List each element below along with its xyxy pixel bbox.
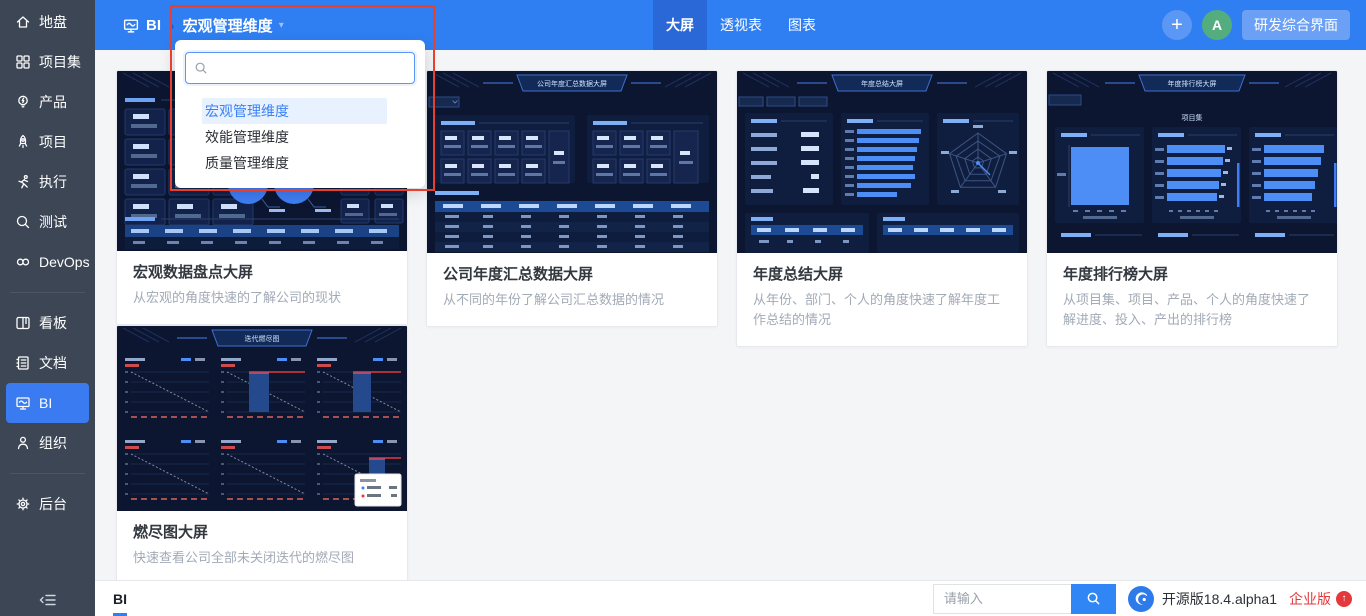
footer-search-input[interactable] — [932, 583, 1071, 614]
create-button[interactable]: + — [1162, 10, 1192, 40]
program-icon — [15, 54, 31, 70]
chevron-down-icon: ▾ — [278, 19, 284, 31]
dimension-dropdown-panel: 宏观管理维度 效能管理维度 质量管理维度 — [175, 40, 425, 188]
sidebar-collapse-button[interactable] — [0, 592, 95, 608]
dimension-search-input[interactable] — [208, 60, 414, 76]
svg-text:迭代燃尽图: 迭代燃尽图 — [245, 334, 280, 343]
sidebar-item-kanban[interactable]: 看板 — [0, 303, 95, 343]
card-title: 宏观数据盘点大屏 — [133, 264, 254, 281]
search-icon — [194, 61, 208, 75]
footer-tab-bi[interactable]: BI — [113, 581, 127, 616]
footer-search — [932, 583, 1116, 614]
svg-text:年度总结大屏: 年度总结大屏 — [861, 79, 903, 88]
topbar-tabs: 大屏 透视表 图表 — [653, 0, 829, 50]
sidebar: 地盘 项目集 产品 项目 执行 测试 DevOps 看板 文档 BI 组织 后台 — [0, 0, 95, 616]
card-annual-ranking[interactable]: 年度排行榜大屏 项目集 年度排行榜大屏 从项目集、项目、产品、个人的角度快速了解… — [1046, 70, 1338, 348]
kanban-icon — [15, 315, 31, 331]
test-icon — [15, 214, 31, 230]
sidebar-item-dashboard[interactable]: 地盘 — [0, 2, 95, 42]
dropdown-option-quality[interactable]: 质量管理维度 — [202, 150, 387, 176]
search-icon — [1086, 591, 1101, 606]
sidebar-divider — [10, 473, 85, 474]
topbar-actions: + A 研发综合界面 — [1162, 0, 1350, 50]
card-thumbnail: 公司年度汇总数据大屏 — [427, 71, 717, 253]
version-info: 开源版18.4.alpha1 — [1127, 585, 1277, 612]
project-icon — [15, 134, 31, 150]
tab-bigscreen[interactable]: 大屏 — [653, 0, 707, 50]
sidebar-item-test[interactable]: 测试 — [0, 202, 95, 242]
breadcrumb-app-bi[interactable]: BI — [122, 17, 161, 34]
gear-icon — [15, 496, 31, 512]
footer-search-button[interactable] — [1070, 583, 1116, 614]
card-description: 从项目集、项目、产品、个人的角度快速了解进度、投入、产出的排行榜 — [1063, 292, 1311, 328]
sidebar-item-admin[interactable]: 后台 — [0, 484, 95, 524]
card-title: 燃尽图大屏 — [133, 524, 209, 541]
svg-text:年度排行榜大屏: 年度排行榜大屏 — [1168, 79, 1217, 88]
sidebar-item-execution[interactable]: 执行 — [0, 162, 95, 202]
card-description: 从不同的年份了解公司汇总数据的情况 — [443, 292, 665, 307]
dimension-dropdown-trigger[interactable]: 宏观管理维度 ▾ — [183, 15, 284, 36]
card-title: 年度总结大屏 — [753, 266, 844, 283]
sidebar-item-bi[interactable]: BI — [6, 383, 89, 423]
org-icon — [15, 435, 31, 451]
enterprise-edition-link[interactable]: 企业版 ↑ — [1289, 589, 1352, 609]
sidebar-item-product[interactable]: 产品 — [0, 82, 95, 122]
plus-icon: + — [1171, 14, 1183, 36]
devops-icon — [15, 254, 31, 270]
card-description: 快速查看公司全部未关闭迭代的燃尽图 — [133, 550, 355, 565]
card-description: 从宏观的角度快速的了解公司的现状 — [133, 290, 342, 305]
card-thumbnail: 年度排行榜大屏 项目集 — [1047, 71, 1337, 253]
card-annual-review[interactable]: 年度总结大屏 年度总结大屏 从年份、部门、个人的角度快速了解年度工作总结的情况 — [736, 70, 1028, 348]
upgrade-icon: ↑ — [1336, 590, 1352, 607]
footer: BI 开源版18.4.alpha1 企业版 ↑ — [95, 580, 1366, 616]
svg-text:公司年度汇总数据大屏: 公司年度汇总数据大屏 — [537, 79, 607, 88]
card-description: 从年份、部门、个人的角度快速了解年度工作总结的情况 — [753, 292, 1001, 328]
card-title: 公司年度汇总数据大屏 — [443, 266, 594, 283]
breadcrumb-separator-icon: › — [169, 15, 175, 35]
zentao-logo — [1127, 585, 1154, 612]
sidebar-item-project[interactable]: 项目 — [0, 122, 95, 162]
sidebar-item-doc[interactable]: 文档 — [0, 343, 95, 383]
card-burndown[interactable]: 迭代燃尽图 燃尽图大屏 快速查看公司全部未关闭迭代的燃尽图 — [116, 325, 408, 581]
tab-pivot[interactable]: 透视表 — [707, 0, 775, 50]
dropdown-option-efficiency[interactable]: 效能管理维度 — [202, 124, 387, 150]
execution-icon — [15, 174, 31, 190]
svg-text:项目集: 项目集 — [1182, 113, 1203, 122]
card-annual-summary-data[interactable]: 公司年度汇总数据大屏 公司年度汇总数据大屏 从不同的年份了解公司汇总数据的情况 — [426, 70, 718, 328]
sidebar-item-org[interactable]: 组织 — [0, 423, 95, 463]
doc-icon — [15, 355, 31, 371]
home-icon — [15, 14, 31, 30]
tab-chart[interactable]: 图表 — [775, 0, 829, 50]
bi-monitor-icon — [122, 17, 140, 34]
card-title: 年度排行榜大屏 — [1063, 266, 1169, 283]
card-thumbnail: 年度总结大屏 — [737, 71, 1027, 253]
product-icon — [15, 94, 31, 110]
sidebar-item-devops[interactable]: DevOps — [0, 242, 95, 282]
rd-workbench-button[interactable]: 研发综合界面 — [1242, 10, 1350, 40]
bi-icon — [15, 395, 31, 411]
version-label: 开源版18.4.alpha1 — [1161, 590, 1277, 607]
sidebar-item-program[interactable]: 项目集 — [0, 42, 95, 82]
avatar[interactable]: A — [1202, 10, 1232, 40]
sidebar-divider — [10, 292, 85, 293]
card-thumbnail: 迭代燃尽图 — [117, 326, 407, 511]
dropdown-option-macro[interactable]: 宏观管理维度 — [202, 98, 387, 124]
dropdown-search-box — [185, 52, 415, 84]
